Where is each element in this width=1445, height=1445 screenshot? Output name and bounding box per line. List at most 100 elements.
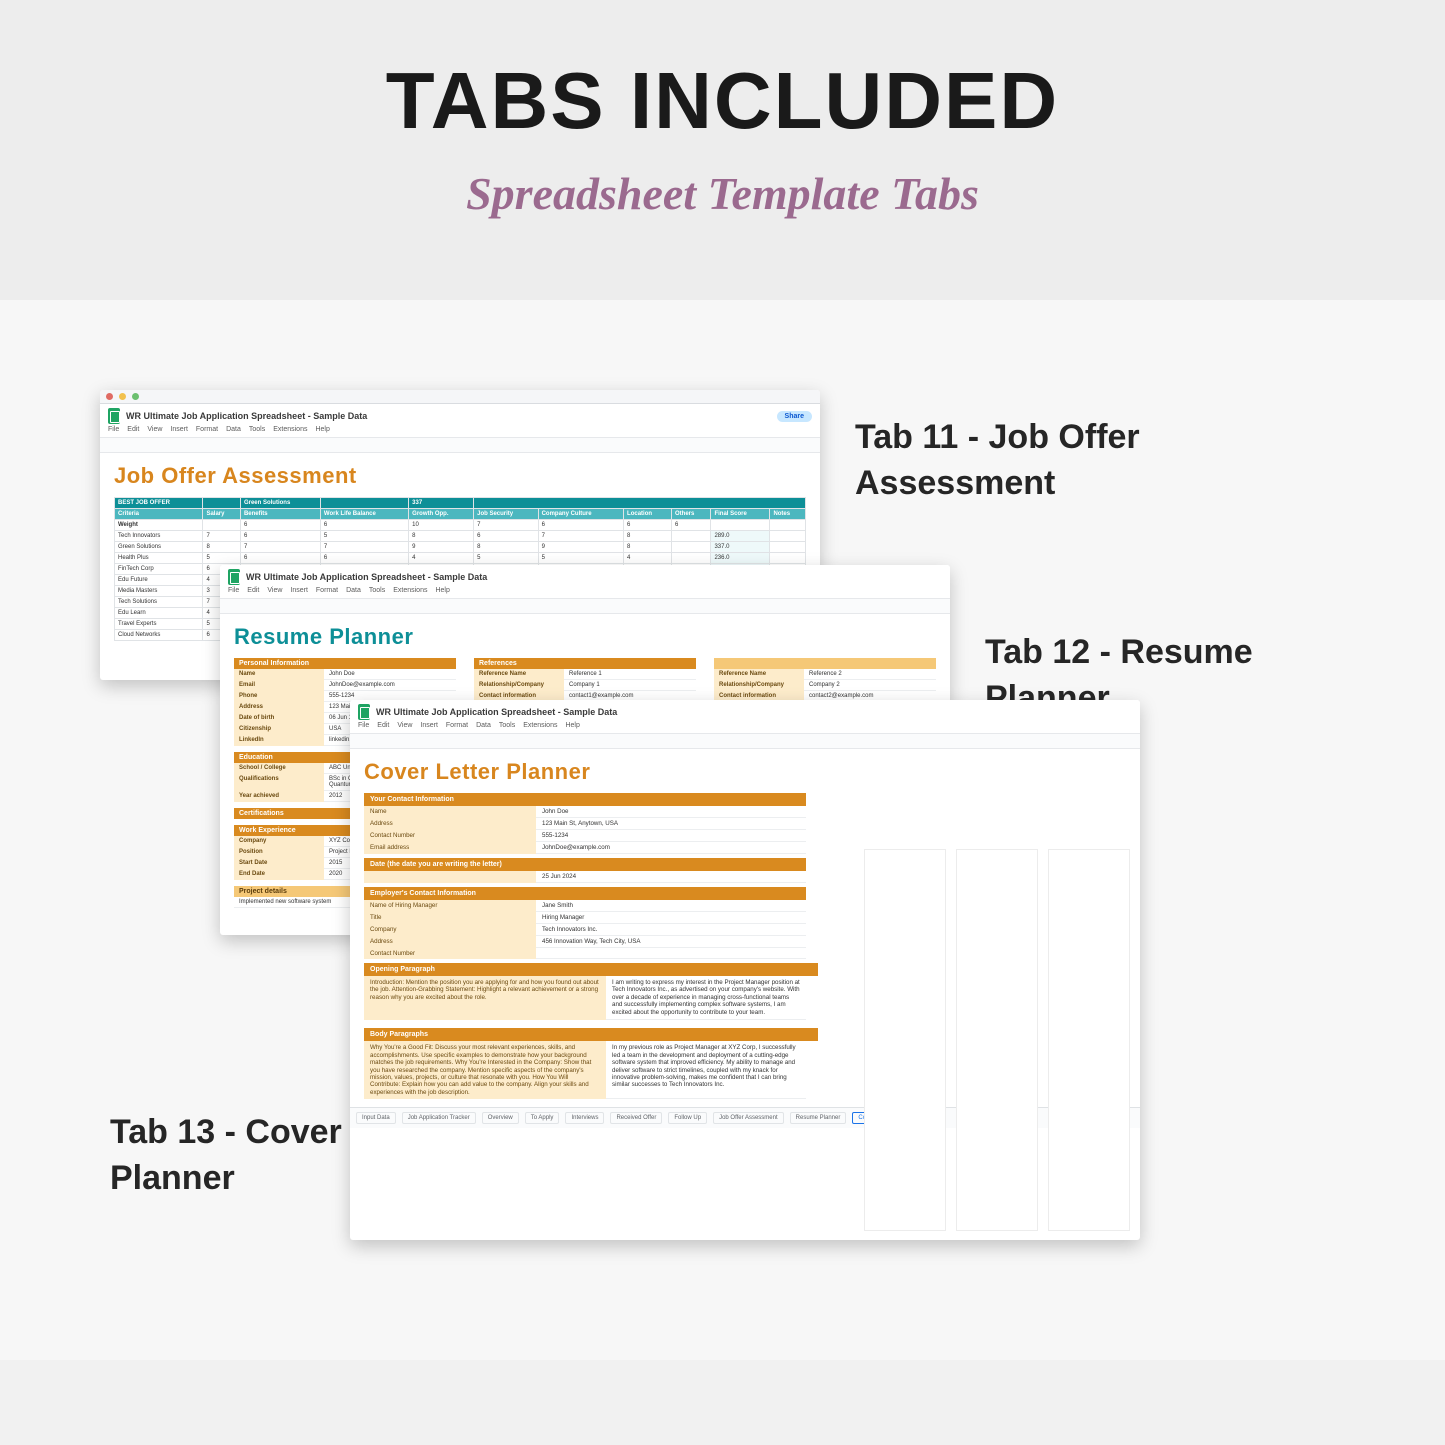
- menu-item[interactable]: Data: [226, 426, 241, 433]
- field-label: Reference Name: [714, 669, 804, 680]
- menu-item[interactable]: View: [397, 722, 412, 729]
- menu-item[interactable]: Insert: [170, 426, 188, 433]
- field-label: Address: [234, 702, 324, 713]
- body-val: In my previous role as Project Manager a…: [606, 1041, 806, 1099]
- field-value: Hiring Manager: [536, 912, 806, 924]
- menu-item[interactable]: Tools: [249, 426, 265, 433]
- hero-subtitle: Spreadsheet Template Tabs: [0, 167, 1445, 220]
- menu-item[interactable]: Data: [476, 722, 491, 729]
- menu-item[interactable]: Format: [446, 722, 468, 729]
- field-value: JohnDoe@example.com: [536, 842, 806, 854]
- titlebar: WR Ultimate Job Application Spreadsheet …: [100, 404, 820, 438]
- toolbar[interactable]: [350, 734, 1140, 749]
- menu-item[interactable]: Extensions: [523, 722, 557, 729]
- field-label: Qualifications: [234, 774, 324, 791]
- sheet-tab[interactable]: Input Data: [356, 1112, 396, 1124]
- field-label: Year achieved: [234, 791, 324, 802]
- menu-item[interactable]: Extensions: [273, 426, 307, 433]
- field-label: Citizenship: [234, 724, 324, 735]
- menu-item[interactable]: Help: [435, 587, 449, 594]
- field-label: Name: [234, 669, 324, 680]
- field-value: 25 Jun 2024: [536, 871, 806, 883]
- sheet-tab[interactable]: Resume Planner: [790, 1112, 847, 1124]
- titlebar: WR Ultimate Job Application Spreadsheet …: [220, 565, 950, 599]
- hero-title: TABS INCLUDED: [0, 55, 1445, 147]
- toolbar[interactable]: [220, 599, 950, 614]
- menu-item[interactable]: Insert: [290, 587, 308, 594]
- field-label: End Date: [234, 869, 324, 880]
- sheets-icon: [228, 569, 240, 585]
- sheet-tab[interactable]: Job Application Tracker: [402, 1112, 476, 1124]
- field-value: Reference 1: [564, 669, 696, 680]
- sheet-title: Job Offer Assessment: [114, 463, 806, 489]
- sheet-cover-letter-planner: WR Ultimate Job Application Spreadsheet …: [350, 700, 1140, 1240]
- menu-item[interactable]: Format: [196, 426, 218, 433]
- sheet-tab[interactable]: Interviews: [565, 1112, 604, 1124]
- body-key: Why You're a Good Fit: Discuss your most…: [364, 1041, 606, 1099]
- menu-item[interactable]: Tools: [499, 722, 515, 729]
- menu-item[interactable]: Data: [346, 587, 361, 594]
- field-value: JohnDoe@example.com: [324, 680, 456, 691]
- field-label: Company: [234, 836, 324, 847]
- field-value: John Doe: [324, 669, 456, 680]
- field-label: Email address: [364, 842, 536, 854]
- sheet-tab[interactable]: Received Offer: [610, 1112, 662, 1124]
- share-button[interactable]: Share: [777, 411, 812, 422]
- sheet-tab[interactable]: Job Offer Assessment: [713, 1112, 784, 1124]
- menu-item[interactable]: Edit: [247, 587, 259, 594]
- field-value: Reference 2: [804, 669, 936, 680]
- field-value: 123 Main St, Anytown, USA: [536, 818, 806, 830]
- hero: TABS INCLUDED Spreadsheet Template Tabs: [0, 0, 1445, 300]
- field-value: Company 1: [564, 680, 696, 691]
- menu-bar[interactable]: File Edit View Insert Format Data Tools Extensi…: [108, 426, 812, 433]
- field-label: Email: [234, 680, 324, 691]
- menu-item[interactable]: Help: [315, 426, 329, 433]
- field-label: Address: [364, 936, 536, 948]
- field-value: 456 Innovation Way, Tech City, USA: [536, 936, 806, 948]
- section-personal: Personal Information: [234, 658, 456, 669]
- menu-item[interactable]: View: [267, 587, 282, 594]
- field-label: Position: [234, 847, 324, 858]
- menu-item[interactable]: Insert: [420, 722, 438, 729]
- menu-item[interactable]: File: [228, 587, 239, 594]
- section-header: Employer's Contact Information: [364, 887, 806, 900]
- field-label: Start Date: [234, 858, 324, 869]
- sheet-tab[interactable]: Follow Up: [668, 1112, 707, 1124]
- field-value: Company 2: [804, 680, 936, 691]
- label-tab-11: Tab 11 - Job Offer Assessment: [855, 415, 1295, 507]
- opening-val: I am writing to express my interest in t…: [606, 976, 806, 1020]
- toolbar[interactable]: [100, 438, 820, 453]
- menu-bar[interactable]: File Edit View Insert Format Data Tools Extensi…: [358, 722, 1132, 729]
- field-label: School / College: [234, 763, 324, 774]
- field-label: Address: [364, 818, 536, 830]
- field-label: [364, 871, 536, 883]
- section-header: Your Contact Information: [364, 793, 806, 806]
- menu-item[interactable]: Format: [316, 587, 338, 594]
- menu-item[interactable]: Help: [565, 722, 579, 729]
- section-opening: Opening Paragraph: [364, 963, 818, 976]
- menu-item[interactable]: View: [147, 426, 162, 433]
- field-label: Contact Number: [364, 830, 536, 842]
- sheet-title: Cover Letter Planner: [364, 759, 1126, 785]
- menu-bar[interactable]: File Edit View Insert Format Data Tools Extensi…: [228, 587, 942, 594]
- menu-item[interactable]: Tools: [369, 587, 385, 594]
- menu-item[interactable]: File: [108, 426, 119, 433]
- field-label: Relationship/Company: [714, 680, 804, 691]
- sheet-title: Resume Planner: [234, 624, 936, 650]
- menu-item[interactable]: Edit: [377, 722, 389, 729]
- titlebar: WR Ultimate Job Application Spreadsheet …: [350, 700, 1140, 734]
- field-value: 555-1234: [536, 830, 806, 842]
- field-label: LinkedIn: [234, 735, 324, 746]
- ghost-columns: [864, 849, 1130, 1231]
- menu-item[interactable]: Edit: [127, 426, 139, 433]
- stage: Tab 11 - Job Offer Assessment Tab 12 - R…: [0, 300, 1445, 1360]
- doc-name: WR Ultimate Job Application Spreadsheet …: [126, 411, 367, 421]
- menu-item[interactable]: Extensions: [393, 587, 427, 594]
- menu-item[interactable]: File: [358, 722, 369, 729]
- field-value: Jane Smith: [536, 900, 806, 912]
- sheet-tab[interactable]: To Apply: [525, 1112, 560, 1124]
- sheet-tab[interactable]: Overview: [482, 1112, 519, 1124]
- field-label: Date of birth: [234, 713, 324, 724]
- section-references-2: [714, 658, 936, 669]
- field-label: Title: [364, 912, 536, 924]
